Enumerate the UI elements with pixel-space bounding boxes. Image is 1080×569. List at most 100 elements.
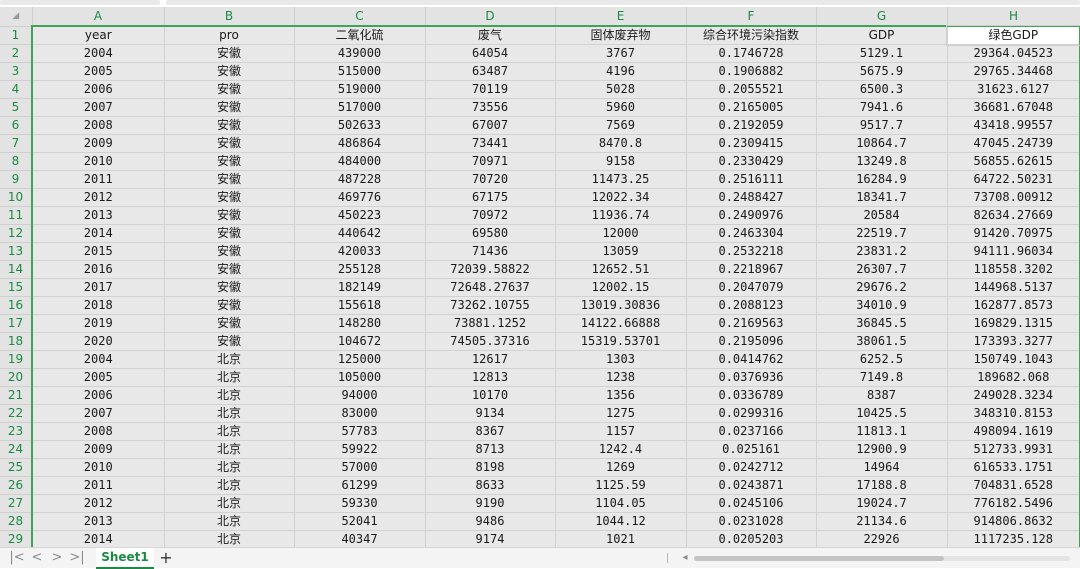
cell[interactable]: 57000 <box>294 458 426 477</box>
cell[interactable]: 144968.5137 <box>947 278 1080 297</box>
cell[interactable]: 12652.51 <box>555 260 687 279</box>
cell[interactable]: 162877.8573 <box>947 296 1080 315</box>
cell[interactable]: 北京 <box>164 458 295 477</box>
cell[interactable]: 北京 <box>164 350 295 369</box>
cell[interactable]: 249028.3234 <box>947 386 1080 405</box>
cell[interactable]: 29364.04523 <box>947 44 1080 63</box>
cell[interactable]: 2016 <box>32 260 165 279</box>
cell[interactable]: 北京 <box>164 404 295 423</box>
cell[interactable]: 38061.5 <box>816 332 948 351</box>
tab-sheet1[interactable]: Sheet1 <box>96 548 154 569</box>
cell[interactable]: 73556 <box>425 98 556 117</box>
cell[interactable]: 148280 <box>294 314 426 333</box>
cell[interactable]: 安徽 <box>164 296 295 315</box>
cell[interactable]: 14964 <box>816 458 948 477</box>
add-sheet-button[interactable]: + <box>158 548 174 567</box>
cell[interactable]: 14122.66888 <box>555 314 687 333</box>
cell[interactable]: 7569 <box>555 116 687 135</box>
column-header-e[interactable]: E <box>555 7 687 27</box>
cell[interactable]: 9134 <box>425 404 556 423</box>
cell[interactable]: 0.2047079 <box>686 278 817 297</box>
cell[interactable]: 2004 <box>32 44 165 63</box>
cell[interactable]: 17188.8 <box>816 476 948 495</box>
cell[interactable]: 59330 <box>294 494 426 513</box>
cell[interactable]: 1044.12 <box>555 512 687 531</box>
cell[interactable]: 515000 <box>294 62 426 81</box>
cell[interactable]: 2007 <box>32 404 165 423</box>
cell[interactable]: 512733.9931 <box>947 440 1080 459</box>
cell[interactable]: 52041 <box>294 512 426 531</box>
cell[interactable]: 9190 <box>425 494 556 513</box>
cell[interactable]: 20584 <box>816 206 948 225</box>
cell[interactable]: 73708.00912 <box>947 188 1080 207</box>
last-sheet-icon[interactable]: >| <box>68 549 86 567</box>
horizontal-scrollbar-thumb[interactable] <box>694 556 944 561</box>
cell[interactable]: 182149 <box>294 278 426 297</box>
cell[interactable]: 8633 <box>425 476 556 495</box>
cell[interactable]: 517000 <box>294 98 426 117</box>
prev-sheet-icon[interactable]: < <box>28 549 46 567</box>
cell[interactable]: 0.2055521 <box>686 80 817 99</box>
cell[interactable]: 安徽 <box>164 224 295 243</box>
cell[interactable]: 0.1746728 <box>686 44 817 63</box>
column-header-f[interactable]: F <box>686 7 817 27</box>
row-number[interactable]: 28 <box>0 512 33 531</box>
cell[interactable]: 2011 <box>32 170 165 189</box>
cell[interactable]: 82634.27669 <box>947 206 1080 225</box>
cell[interactable]: 34010.9 <box>816 296 948 315</box>
row-number[interactable]: 1 <box>0 26 33 45</box>
row-number[interactable]: 8 <box>0 152 33 171</box>
cell[interactable]: 0.0205203 <box>686 530 817 547</box>
cell[interactable]: 1275 <box>555 404 687 423</box>
row-number[interactable]: 22 <box>0 404 33 423</box>
row-number[interactable]: 23 <box>0 422 33 441</box>
cell[interactable]: 2013 <box>32 512 165 531</box>
cell[interactable]: 2005 <box>32 368 165 387</box>
row-number[interactable]: 17 <box>0 314 33 333</box>
cell[interactable]: 安徽 <box>164 170 295 189</box>
cell[interactable]: 2017 <box>32 278 165 297</box>
cell[interactable]: 12900.9 <box>816 440 948 459</box>
cell[interactable]: 8713 <box>425 440 556 459</box>
cell[interactable]: 12617 <box>425 350 556 369</box>
cell[interactable]: 0.2309415 <box>686 134 817 153</box>
cell[interactable]: 0.2488427 <box>686 188 817 207</box>
row-number[interactable]: 21 <box>0 386 33 405</box>
cell[interactable]: 0.2516111 <box>686 170 817 189</box>
cell[interactable]: 5960 <box>555 98 687 117</box>
cell[interactable]: 19024.7 <box>816 494 948 513</box>
cell[interactable]: 2020 <box>32 332 165 351</box>
cell[interactable]: 439000 <box>294 44 426 63</box>
cell[interactable]: 43418.99557 <box>947 116 1080 135</box>
cell[interactable]: 73262.10755 <box>425 296 556 315</box>
cell[interactable]: 北京 <box>164 440 295 459</box>
cell[interactable]: 3767 <box>555 44 687 63</box>
cell[interactable]: 8198 <box>425 458 556 477</box>
cell[interactable]: 2008 <box>32 116 165 135</box>
cell[interactable]: 776182.5496 <box>947 494 1080 513</box>
cell[interactable]: 348310.8153 <box>947 404 1080 423</box>
cell[interactable]: 12000 <box>555 224 687 243</box>
cell[interactable]: 29765.34468 <box>947 62 1080 81</box>
column-header-d[interactable]: D <box>425 7 556 27</box>
cell[interactable]: 5028 <box>555 80 687 99</box>
row-number[interactable]: 20 <box>0 368 33 387</box>
cell[interactable]: 安徽 <box>164 44 295 63</box>
cell[interactable]: 2010 <box>32 152 165 171</box>
cell[interactable]: 2015 <box>32 242 165 261</box>
cell[interactable]: 104672 <box>294 332 426 351</box>
cell[interactable]: 0.0245106 <box>686 494 817 513</box>
cell[interactable]: 安徽 <box>164 332 295 351</box>
cell[interactable]: 0.2195096 <box>686 332 817 351</box>
cell[interactable]: 1125.59 <box>555 476 687 495</box>
row-number[interactable]: 10 <box>0 188 33 207</box>
cell[interactable]: 519000 <box>294 80 426 99</box>
cell[interactable]: 8387 <box>816 386 948 405</box>
cell[interactable]: 16284.9 <box>816 170 948 189</box>
cell[interactable]: 0.2192059 <box>686 116 817 135</box>
cell[interactable]: 北京 <box>164 476 295 495</box>
cell[interactable]: 72039.58822 <box>425 260 556 279</box>
column-header-a[interactable]: A <box>32 7 165 27</box>
row-number[interactable]: 11 <box>0 206 33 225</box>
cell[interactable]: 0.2169563 <box>686 314 817 333</box>
